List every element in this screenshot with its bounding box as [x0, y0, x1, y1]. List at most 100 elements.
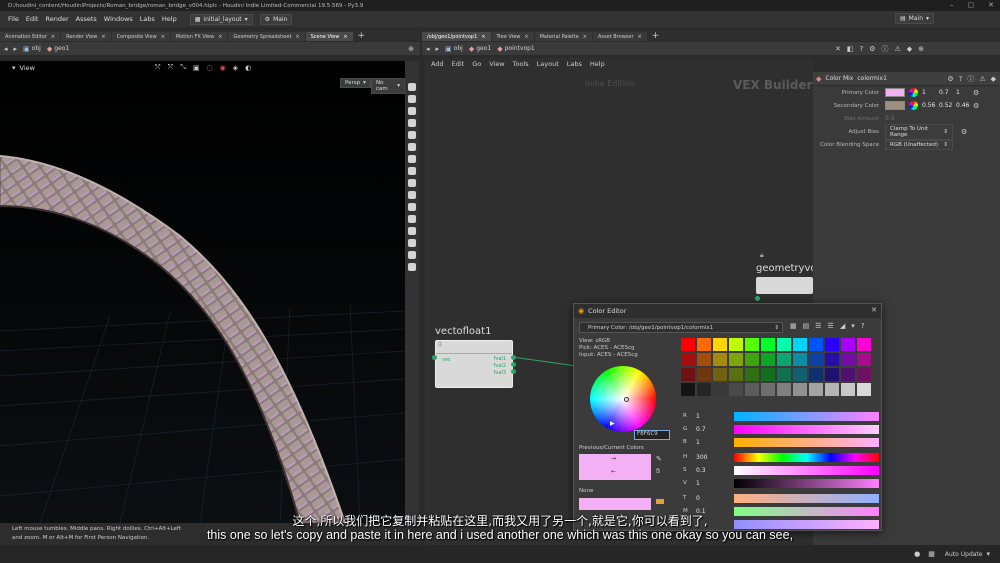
- hand-icon[interactable]: ✋︎: [656, 467, 660, 476]
- close-icon[interactable]: ✕: [988, 1, 994, 9]
- net-menu-help[interactable]: Help: [590, 60, 605, 68]
- palette-swatch[interactable]: [745, 338, 759, 351]
- palette-swatch[interactable]: [713, 353, 727, 366]
- secondary-b[interactable]: 0.46: [956, 102, 973, 109]
- node-icon[interactable]: ◆: [907, 44, 912, 54]
- color-editor-dialog[interactable]: ◉ Color Editor ✕ Primary Color: /obj/geo…: [573, 303, 882, 531]
- bulb-icon[interactable]: [408, 143, 416, 151]
- add-tab-icon[interactable]: +: [354, 31, 370, 41]
- palette-swatch[interactable]: [697, 368, 711, 381]
- palette-swatch[interactable]: [681, 338, 695, 351]
- primary-g[interactable]: 0.7: [939, 89, 956, 96]
- wire-icon[interactable]: [408, 227, 416, 235]
- tab-scene-view[interactable]: Scene View ×: [305, 32, 353, 41]
- palette-swatch[interactable]: [809, 338, 823, 351]
- net-menu-go[interactable]: Go: [472, 60, 481, 68]
- menu-assets[interactable]: Assets: [76, 15, 97, 23]
- cam-dropdown[interactable]: No cam ▾: [371, 78, 405, 94]
- t-value[interactable]: 0: [696, 495, 700, 502]
- select-icon[interactable]: [408, 239, 416, 247]
- param-node-name[interactable]: colormix1: [857, 75, 887, 82]
- node-geometryvop[interactable]: [756, 277, 813, 294]
- palette-swatch[interactable]: [745, 353, 759, 366]
- chevron-down-icon[interactable]: ▾: [851, 322, 855, 330]
- palette-swatch[interactable]: [841, 383, 855, 396]
- none-color-swatch[interactable]: [579, 498, 651, 510]
- current-color-swatch[interactable]: ←: [579, 467, 651, 480]
- color-wheel-icon[interactable]: [909, 88, 918, 97]
- palette-swatch[interactable]: [825, 338, 839, 351]
- add-tab-icon[interactable]: +: [648, 31, 664, 41]
- secondary-color-swatch[interactable]: [885, 101, 905, 110]
- menu-file[interactable]: File: [8, 15, 19, 23]
- palette-swatch[interactable]: [841, 353, 855, 366]
- palette-swatch[interactable]: [761, 368, 775, 381]
- gear-icon[interactable]: ⚙: [947, 74, 953, 84]
- tools-icon[interactable]: ✕: [835, 44, 841, 54]
- s-value[interactable]: 0.3: [696, 467, 706, 474]
- swatch-icon[interactable]: ▤: [803, 322, 810, 330]
- grid-icon[interactable]: [408, 191, 416, 199]
- info-icon[interactable]: ⓘ: [967, 74, 974, 84]
- palette-swatch[interactable]: [713, 338, 727, 351]
- display-icon[interactable]: ◌: [206, 63, 212, 72]
- t-slider[interactable]: [734, 494, 879, 503]
- net-menu-tools[interactable]: Tools: [513, 60, 529, 68]
- sliders-icon[interactable]: ☰: [815, 322, 821, 330]
- close-icon[interactable]: ×: [51, 34, 55, 40]
- palette-swatch[interactable]: [713, 383, 727, 396]
- color-picker-handle[interactable]: [624, 397, 629, 402]
- b-slider[interactable]: [734, 438, 879, 447]
- h-slider[interactable]: [734, 453, 879, 462]
- palette-swatch[interactable]: [777, 383, 791, 396]
- palette-swatch[interactable]: [729, 368, 743, 381]
- camera-icon[interactable]: [408, 95, 416, 103]
- tab-material-palette[interactable]: Material Palette ×: [534, 32, 592, 41]
- chevron-down-icon[interactable]: ▾: [986, 550, 990, 558]
- palette-swatch[interactable]: [681, 368, 695, 381]
- palette-swatch[interactable]: [793, 353, 807, 366]
- palette-swatch[interactable]: [857, 353, 871, 366]
- desk-dropdown[interactable]: ▦ initial_layout ▾: [189, 13, 253, 25]
- maximize-icon[interactable]: ▢: [968, 1, 975, 9]
- g-slider[interactable]: [734, 425, 879, 434]
- tab-animation-editor[interactable]: Animation Editor ×: [0, 32, 61, 41]
- snap-icon[interactable]: [408, 155, 416, 163]
- gear-icon[interactable]: ⚙: [973, 89, 979, 97]
- primary-r[interactable]: 1: [922, 89, 939, 96]
- tumble-icon[interactable]: ⤲: [155, 63, 161, 72]
- bulb-icon[interactable]: [408, 131, 416, 139]
- view-icon[interactable]: [408, 263, 416, 271]
- forward-arrow-icon[interactable]: ▸: [436, 45, 440, 53]
- palette-swatch[interactable]: [857, 383, 871, 396]
- palette-swatch[interactable]: [825, 368, 839, 381]
- node-vectofloat1[interactable]: ⁝⁝ vec fval1 fval2 fval3: [435, 340, 513, 388]
- warning-icon[interactable]: ⚠: [895, 44, 901, 54]
- ramp-icon[interactable]: ◢: [840, 322, 845, 330]
- sliders-icon[interactable]: ☰: [828, 322, 834, 330]
- tab-render-view[interactable]: Render View ×: [61, 32, 111, 41]
- shading-icon[interactable]: ◐: [245, 63, 251, 72]
- g-value[interactable]: 0.7: [696, 426, 706, 433]
- palette-swatch[interactable]: [777, 338, 791, 351]
- node-input-port[interactable]: [755, 296, 760, 301]
- primary-color-swatch[interactable]: [885, 88, 905, 97]
- palette-swatch[interactable]: [681, 353, 695, 366]
- primary-color-selector[interactable]: Primary Color: /obj/geo1/pointvop1/color…: [579, 322, 783, 333]
- bias-value[interactable]: 0.5: [885, 115, 895, 122]
- tab-tree-view[interactable]: Tree View ×: [491, 32, 534, 41]
- node-output-port[interactable]: [511, 369, 516, 374]
- palette-swatch[interactable]: [761, 353, 775, 366]
- pin-icon[interactable]: ⊕: [408, 45, 414, 53]
- warning-icon[interactable]: ⚠: [979, 74, 985, 84]
- close-icon[interactable]: ×: [295, 34, 299, 40]
- palette-swatch[interactable]: [729, 353, 743, 366]
- color-wheel-icon[interactable]: [909, 101, 918, 110]
- pan-icon[interactable]: ⤧: [168, 63, 174, 72]
- palette-swatch[interactable]: [793, 368, 807, 381]
- menu-edit[interactable]: Edit: [26, 15, 39, 23]
- help-icon[interactable]: ?: [959, 74, 963, 84]
- tab-composite-view[interactable]: Composite View ×: [111, 32, 170, 41]
- v-slider[interactable]: [734, 479, 879, 488]
- blend-space-dropdown[interactable]: RGB (Unaffected) ⇕: [885, 139, 953, 150]
